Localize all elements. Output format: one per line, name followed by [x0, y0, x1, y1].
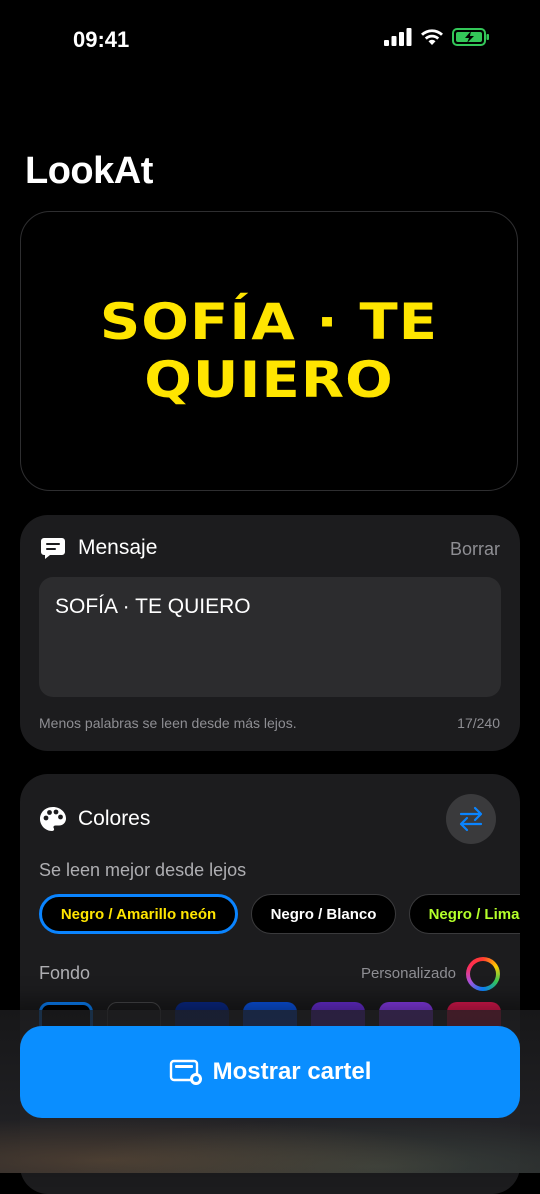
message-card: Mensaje Borrar SOFÍA · TE QUIERO Menos p…: [20, 515, 520, 751]
color-presets: Negro / Amarillo neón Negro / Blanco Neg…: [39, 894, 520, 938]
preview-text: SOFÍA · TE QUIERO: [99, 293, 439, 409]
palette-icon: [39, 806, 67, 832]
signal-icon: [384, 28, 412, 46]
clear-button[interactable]: Borrar: [450, 539, 500, 560]
sign-preview[interactable]: SOFÍA · TE QUIERO: [20, 211, 518, 491]
battery-charging-icon: [452, 28, 489, 46]
display-icon: [169, 1059, 202, 1085]
message-icon: [40, 535, 66, 561]
character-counter: 17/240: [457, 715, 500, 731]
background-label: Fondo: [39, 963, 91, 983]
status-time: 09:41: [73, 27, 130, 52]
preset-black-lime[interactable]: Negro / Lima: [409, 894, 520, 934]
bottom-bar-glow: [0, 1110, 540, 1173]
status-icons: [384, 28, 490, 46]
show-sign-button[interactable]: Mostrar cartel: [20, 1026, 520, 1118]
message-hint: Menos palabras se leen desde más lejos.: [39, 715, 297, 731]
wifi-icon: [421, 29, 443, 45]
show-sign-label: Mostrar cartel: [212, 1058, 372, 1085]
preset-black-neon-yellow[interactable]: Negro / Amarillo neón: [39, 894, 238, 934]
swap-arrows-icon: [459, 806, 483, 832]
message-input[interactable]: SOFÍA · TE QUIERO: [39, 577, 501, 697]
presets-subtitle: Se leen mejor desde lejos: [39, 860, 247, 880]
colors-title: Colores: [78, 807, 151, 830]
preset-black-white[interactable]: Negro / Blanco: [251, 894, 396, 934]
app-title: LookAt: [25, 150, 153, 192]
status-bar: 09:41: [0, 0, 540, 80]
message-title: Mensaje: [78, 536, 158, 559]
custom-color-label: Personalizado: [360, 965, 456, 982]
custom-color-picker[interactable]: [466, 957, 500, 991]
swap-colors-button[interactable]: [446, 794, 496, 844]
